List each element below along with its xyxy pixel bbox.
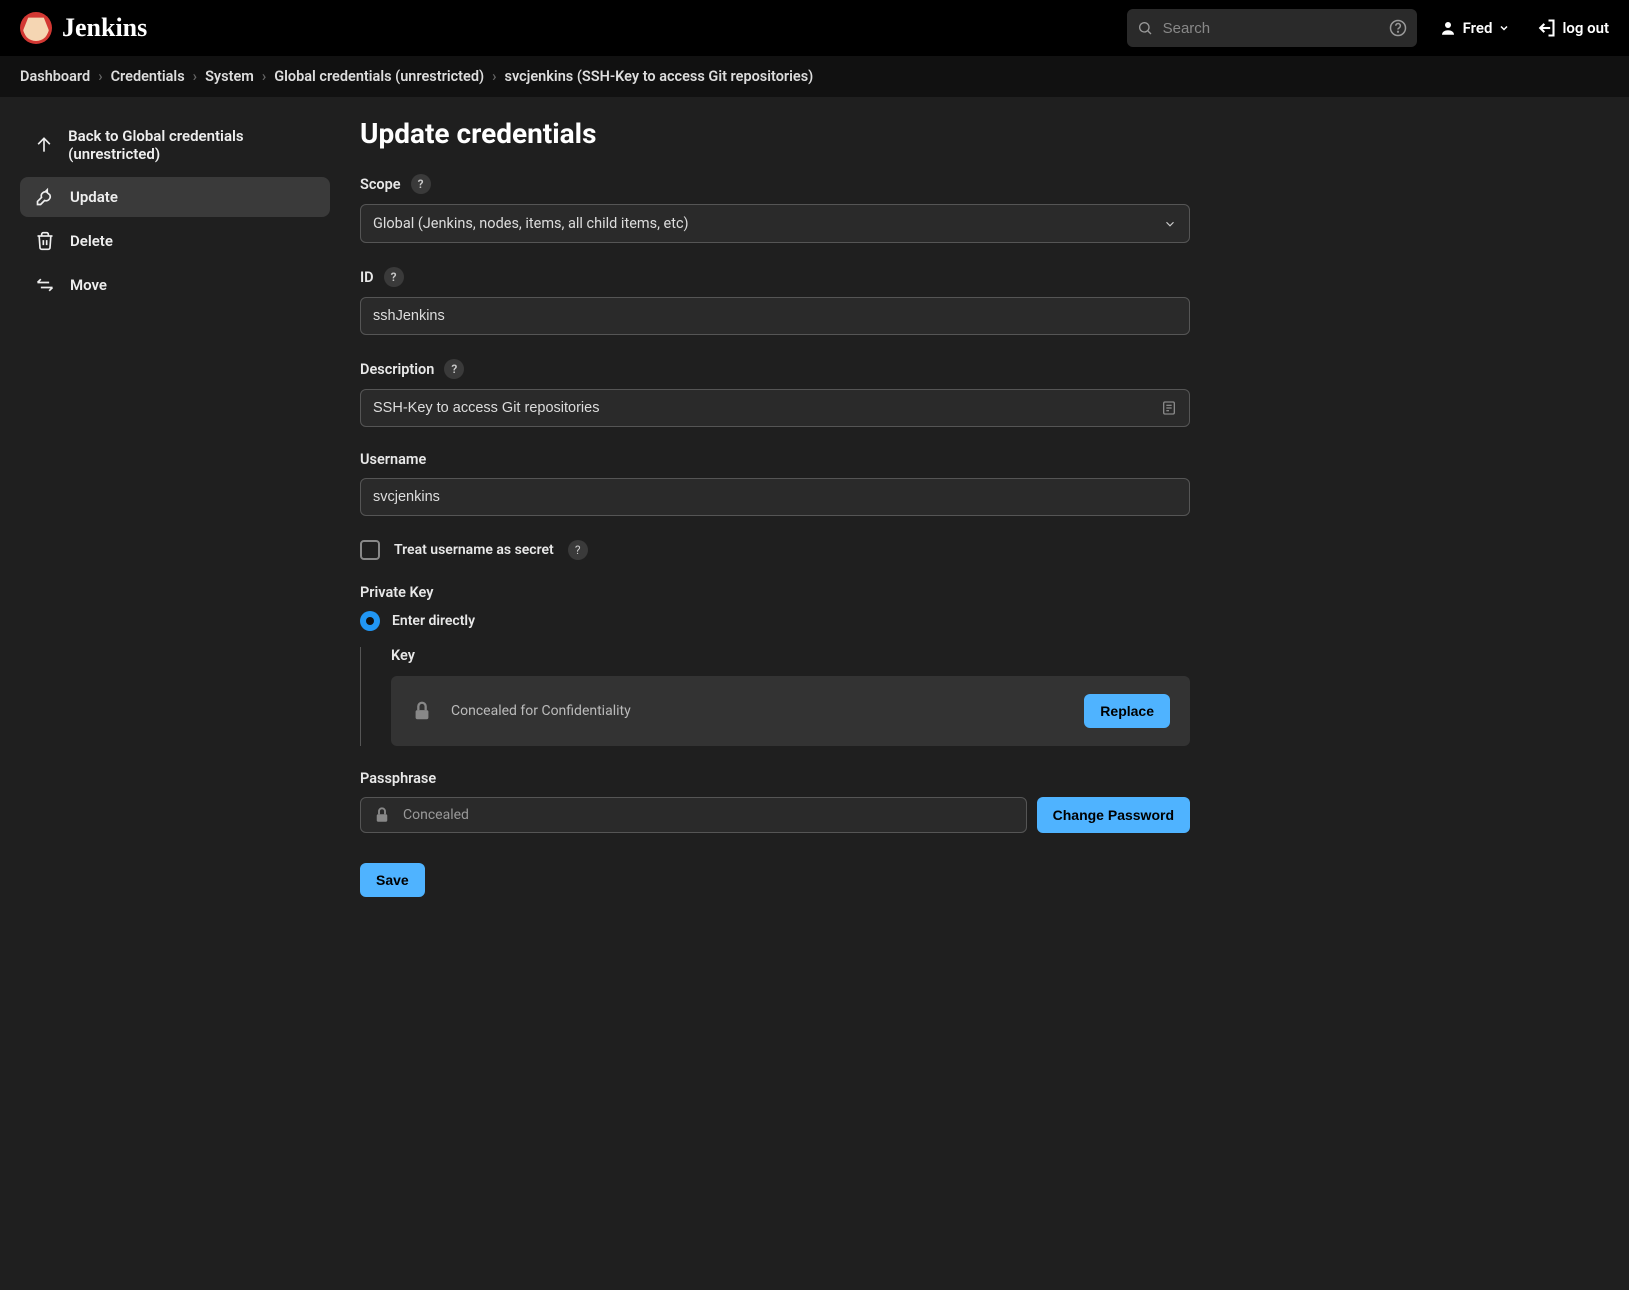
chevron-right-icon: › xyxy=(98,68,102,85)
help-icon[interactable] xyxy=(1389,19,1407,37)
note-icon[interactable] xyxy=(1161,400,1177,416)
move-icon xyxy=(34,275,56,295)
sidebar-item-label: Back to Global credentials (unrestricted… xyxy=(68,127,316,163)
sidebar-item-label: Delete xyxy=(70,232,113,250)
sidebar-item-update[interactable]: Update xyxy=(20,177,330,217)
chevron-right-icon: › xyxy=(262,68,266,85)
enter-directly-radio[interactable] xyxy=(360,611,380,631)
scope-select[interactable]: Global (Jenkins, nodes, items, all child… xyxy=(360,204,1190,243)
breadcrumb-item[interactable]: Global credentials (unrestricted) xyxy=(274,68,484,85)
help-icon[interactable]: ? xyxy=(384,267,404,287)
sidebar-item-move[interactable]: Move xyxy=(20,265,330,305)
treat-secret-label: Treat username as secret xyxy=(394,542,554,558)
trash-icon xyxy=(34,231,56,251)
chevron-right-icon: › xyxy=(193,68,197,85)
content-area: Update credentials Scope ? Global (Jenki… xyxy=(360,117,1190,897)
arrow-up-left-icon xyxy=(34,135,54,155)
breadcrumb: Dashboard › Credentials › System › Globa… xyxy=(0,56,1629,97)
chevron-down-icon xyxy=(1498,22,1510,34)
header-bar: Jenkins Fred log out xyxy=(0,0,1629,56)
treat-secret-checkbox[interactable] xyxy=(360,540,380,560)
scope-label: Scope xyxy=(360,176,401,193)
username-input[interactable] xyxy=(373,489,1177,505)
search-input[interactable] xyxy=(1163,20,1379,37)
description-label: Description xyxy=(360,361,434,378)
passphrase-label: Passphrase xyxy=(360,770,436,787)
change-password-button[interactable]: Change Password xyxy=(1037,797,1190,833)
breadcrumb-item[interactable]: System xyxy=(205,68,254,85)
scope-value: Global (Jenkins, nodes, items, all child… xyxy=(373,215,689,232)
user-menu[interactable]: Fred xyxy=(1439,19,1511,37)
username-label: Username xyxy=(360,451,426,468)
jenkins-logo-icon xyxy=(20,12,52,44)
help-icon[interactable]: ? xyxy=(411,174,431,194)
user-icon xyxy=(1439,19,1457,37)
breadcrumb-item[interactable]: Dashboard xyxy=(20,68,90,85)
lock-icon xyxy=(411,700,433,722)
passphrase-display: Concealed xyxy=(403,807,469,823)
help-icon[interactable]: ? xyxy=(568,540,588,560)
private-key-label: Private Key xyxy=(360,584,433,601)
id-field: ID ? xyxy=(360,267,1190,335)
breadcrumb-item[interactable]: Credentials xyxy=(111,68,185,85)
passphrase-input[interactable]: Concealed xyxy=(360,797,1027,833)
scope-field: Scope ? Global (Jenkins, nodes, items, a… xyxy=(360,174,1190,243)
sidebar-item-label: Update xyxy=(70,188,118,206)
breadcrumb-item[interactable]: svcjenkins (SSH-Key to access Git reposi… xyxy=(504,68,813,85)
sidebar: Back to Global credentials (unrestricted… xyxy=(20,117,330,897)
save-button[interactable]: Save xyxy=(360,863,425,897)
key-box: Concealed for Confidentiality Replace xyxy=(391,676,1190,746)
help-icon[interactable]: ? xyxy=(444,359,464,379)
sidebar-back-link[interactable]: Back to Global credentials (unrestricted… xyxy=(20,117,330,173)
description-input[interactable] xyxy=(373,400,1153,416)
lock-icon xyxy=(373,806,391,824)
id-input[interactable] xyxy=(373,308,1177,324)
replace-button[interactable]: Replace xyxy=(1084,694,1170,728)
logout-label: log out xyxy=(1562,19,1609,37)
username-field: Username xyxy=(360,451,1190,516)
logout-icon xyxy=(1536,18,1556,38)
id-label: ID xyxy=(360,269,374,286)
wrench-icon xyxy=(34,187,56,207)
brand-name: Jenkins xyxy=(62,13,147,43)
chevron-down-icon xyxy=(1163,217,1177,231)
page-title: Update credentials xyxy=(360,117,1190,150)
logout-button[interactable]: log out xyxy=(1536,18,1609,38)
description-field: Description ? xyxy=(360,359,1190,427)
logo[interactable]: Jenkins xyxy=(20,12,147,44)
treat-secret-field: Treat username as secret ? xyxy=(360,540,1190,560)
sidebar-item-label: Move xyxy=(70,276,107,294)
user-name: Fred xyxy=(1463,19,1493,37)
key-label: Key xyxy=(391,647,415,664)
sidebar-item-delete[interactable]: Delete xyxy=(20,221,330,261)
enter-directly-label: Enter directly xyxy=(392,613,475,629)
search-icon xyxy=(1137,20,1153,36)
concealed-text: Concealed for Confidentiality xyxy=(451,703,631,719)
chevron-right-icon: › xyxy=(492,68,496,85)
passphrase-field: Passphrase Concealed Change Password xyxy=(360,770,1190,833)
search-box[interactable] xyxy=(1127,9,1417,47)
private-key-field: Private Key Enter directly Key Concealed… xyxy=(360,584,1190,746)
